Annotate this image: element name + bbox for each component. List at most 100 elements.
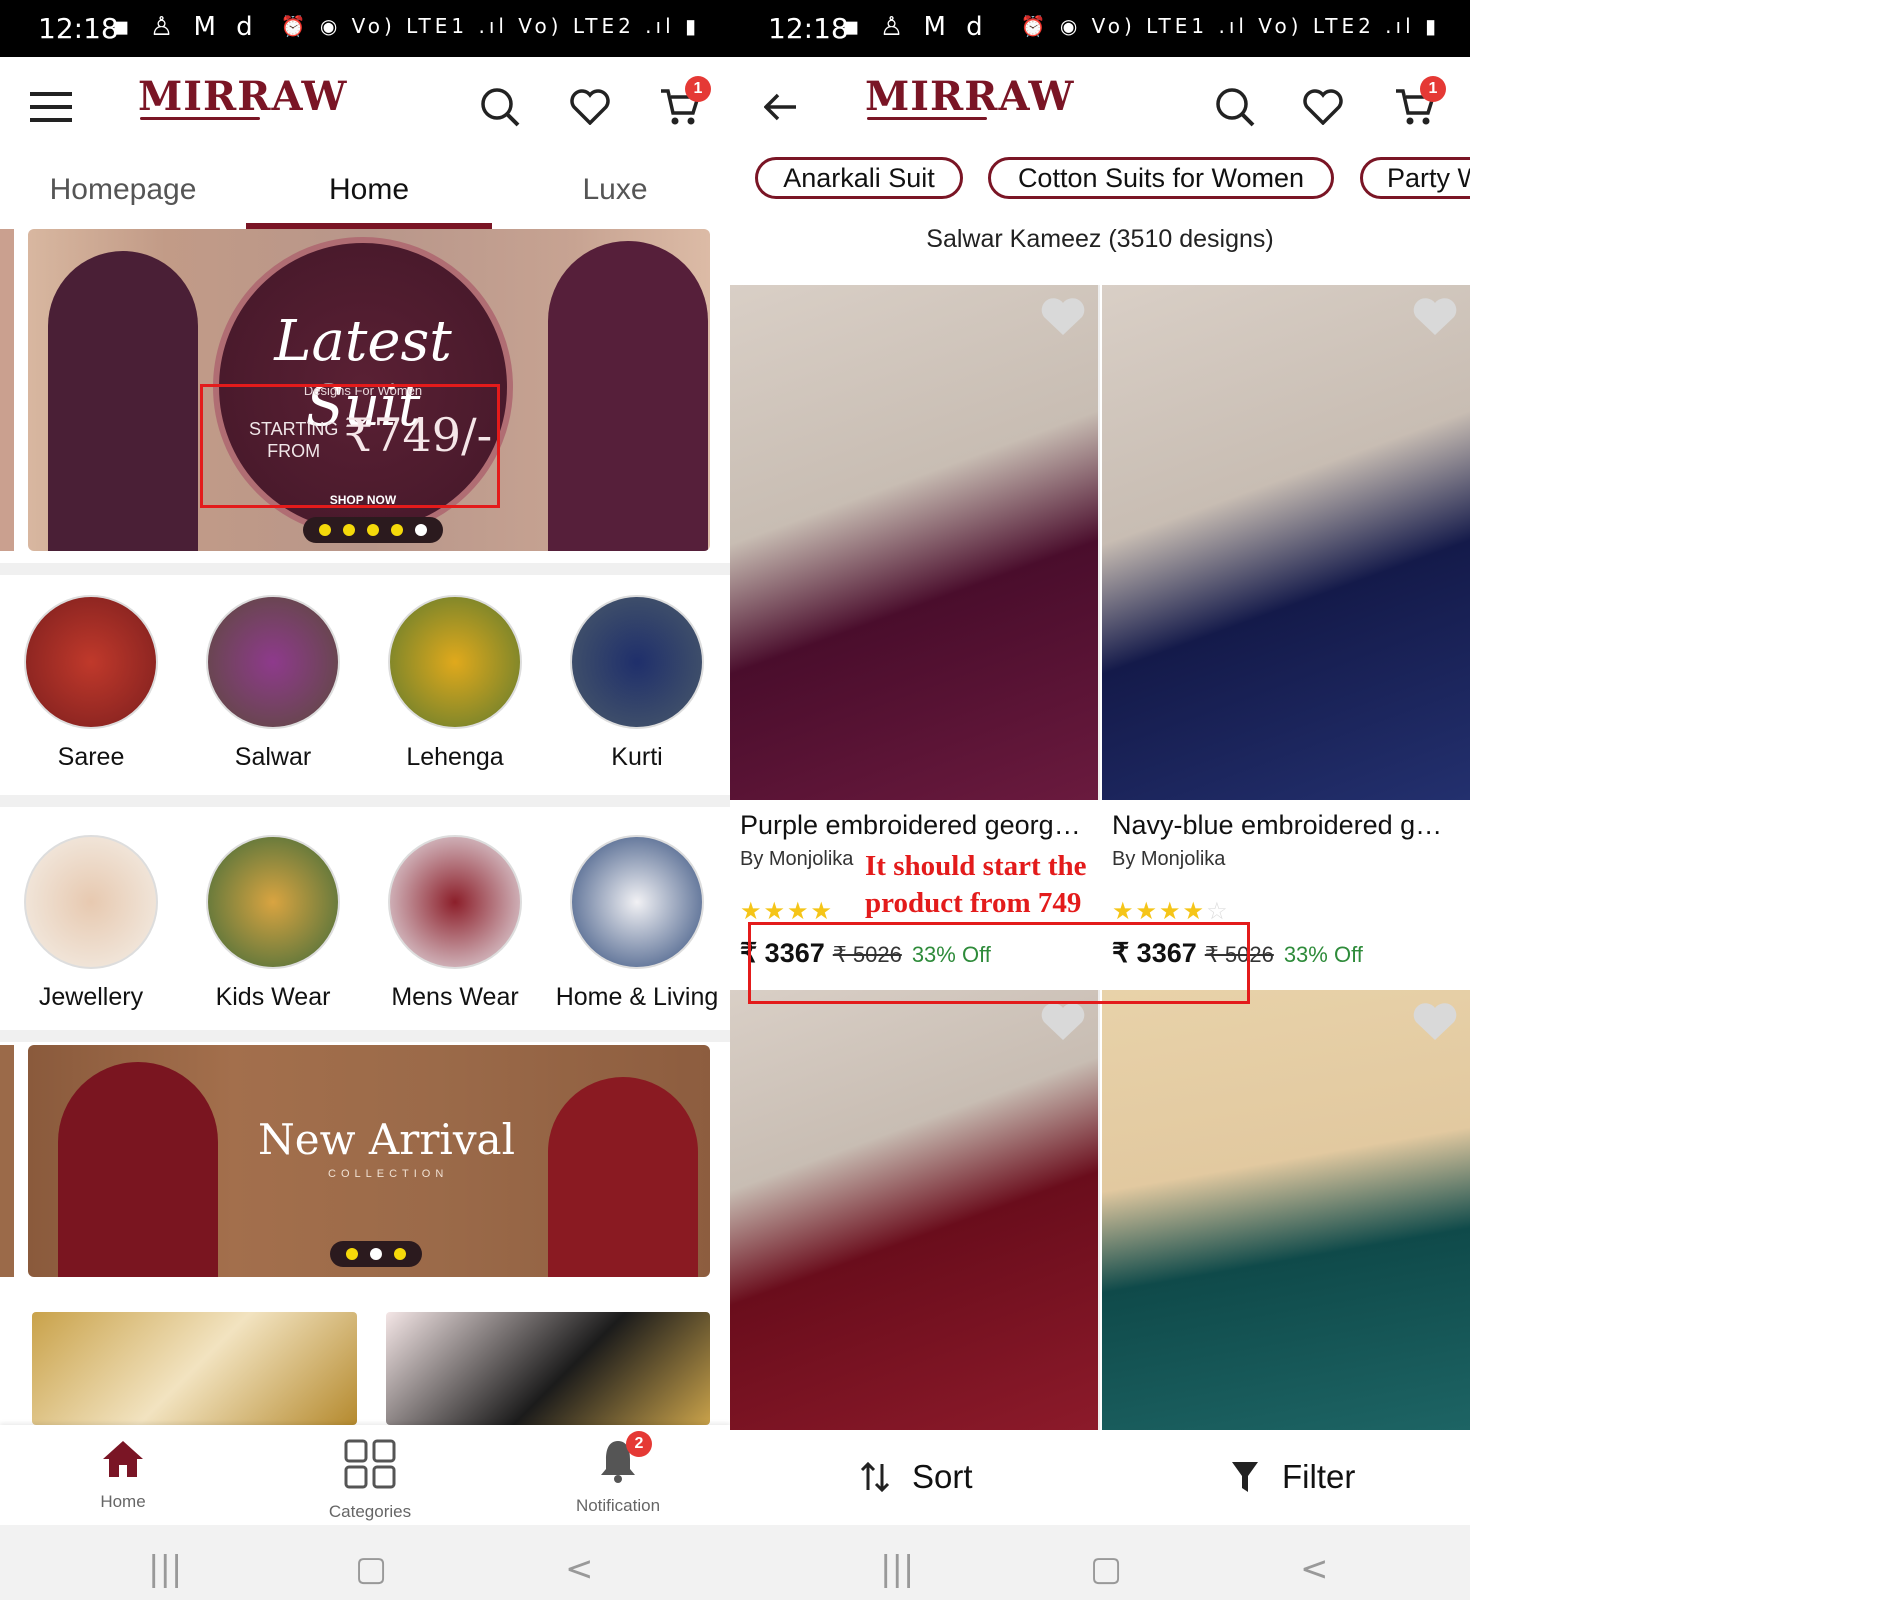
product-name: Navy-blue embroidered g… <box>1112 810 1443 840</box>
logo-underline <box>140 117 260 120</box>
wishlist-heart-icon[interactable] <box>1298 82 1348 132</box>
wishlist-heart-icon[interactable] <box>1040 1002 1086 1047</box>
grid-icon <box>344 1439 396 1489</box>
category-label: Kids Wear <box>215 983 331 1011</box>
category-lehenga[interactable]: Lehenga <box>364 595 546 772</box>
search-icon[interactable] <box>475 82 525 132</box>
system-home-icon[interactable]: ▢ <box>355 1549 387 1589</box>
kids-wear-image <box>206 835 340 969</box>
category-jewellery[interactable]: Jewellery <box>0 835 182 1012</box>
carousel-dot-active[interactable] <box>370 1248 382 1260</box>
category-kids-wear[interactable]: Kids Wear <box>182 835 364 1012</box>
sort-arrows-icon <box>860 1461 890 1493</box>
tab-homepage[interactable]: Homepage <box>0 173 246 207</box>
wishlist-heart-icon[interactable] <box>565 82 615 132</box>
back-arrow-icon[interactable] <box>756 82 806 132</box>
carousel-dot[interactable] <box>346 1248 358 1260</box>
recents-icon[interactable]: ||| <box>880 1549 914 1589</box>
product-brand: By Monjolika <box>1112 848 1226 870</box>
product-card[interactable] <box>1102 990 1470 1430</box>
nav-home[interactable]: Home <box>3 1439 243 1512</box>
rating-stars: ★★★★ <box>740 897 835 925</box>
wishlist-heart-icon[interactable] <box>1412 297 1458 342</box>
notification-count-badge: 2 <box>626 1431 652 1457</box>
system-home-icon[interactable]: ▢ <box>1090 1549 1122 1589</box>
chip-party-wear[interactable]: Party W <box>1360 157 1470 199</box>
product-name: Purple embroidered georg… <box>740 810 1081 840</box>
jewellery-image <box>24 835 158 969</box>
nav-label: Categories <box>328 1502 412 1521</box>
product-card[interactable]: Navy-blue embroidered g… By Monjolika ★★… <box>1102 285 1470 985</box>
sort-label: Sort <box>912 1458 973 1495</box>
category-label: Mens Wear <box>391 983 519 1011</box>
category-label: Kurti <box>611 743 663 771</box>
cart-icon[interactable]: 1 <box>655 76 711 132</box>
prev-banner-peek <box>0 229 14 551</box>
prev-banner-peek <box>0 1045 14 1277</box>
nav-notification[interactable]: 2 Notification <box>498 1431 730 1516</box>
tab-luxe[interactable]: Luxe <box>492 173 730 207</box>
product-image <box>730 285 1100 800</box>
chip-anarkali-suit[interactable]: Anarkali Suit <box>755 157 963 199</box>
logo-underline <box>867 117 987 120</box>
carousel-dot[interactable] <box>367 524 379 536</box>
annotation-line-1: It should start the <box>865 850 1087 882</box>
new-arrival-banner[interactable]: New Arrival COLLECTION <box>28 1045 710 1277</box>
app-bar: MIRRAW 1 <box>730 57 1470 157</box>
discount-label: 33% Off <box>1283 942 1363 967</box>
jewellery-tile[interactable] <box>32 1312 357 1425</box>
hamburger-menu-icon[interactable] <box>26 82 76 132</box>
results-heading: Salwar Kameez (3510 designs) <box>926 225 1274 253</box>
notification-icons: ▪ ♙ M d <box>842 12 989 42</box>
annotation-note: It should start the product from 749 <box>865 848 1087 922</box>
category-mens-wear[interactable]: Mens Wear <box>364 835 546 1012</box>
category-salwar[interactable]: Salwar <box>182 595 364 772</box>
product-image <box>730 990 1100 1430</box>
top-tabs: Homepage Home Luxe <box>0 157 730 229</box>
recents-icon[interactable]: ||| <box>148 1549 182 1589</box>
wishlist-heart-icon[interactable] <box>1412 1002 1458 1047</box>
carousel-dot[interactable] <box>343 524 355 536</box>
mirraw-logo[interactable]: MIRRAW <box>138 73 347 120</box>
home-screen: 12:18 ▪ ♙ M d ⏰ ◉ Vo) LTE1 .ıl Vo) LTE2 … <box>0 0 730 1600</box>
product-card[interactable] <box>730 990 1100 1430</box>
bottom-navigation: Home Categories 2 Notification <box>0 1425 730 1525</box>
category-saree[interactable]: Saree <box>0 595 182 772</box>
category-kurti[interactable]: Kurti <box>546 595 728 772</box>
wishlist-heart-icon[interactable] <box>1040 297 1086 342</box>
product-listing-screen: 12:18 ▪ ♙ M d ⏰ ◉ Vo) LTE1 .ıl Vo) LTE2 … <box>730 0 1470 1600</box>
new-arrival-subtitle: COLLECTION <box>328 1168 449 1180</box>
model-right-image <box>548 241 708 551</box>
search-icon[interactable] <box>1210 82 1260 132</box>
price-highlight-box <box>748 922 1250 1004</box>
filter-label: Filter <box>1282 1458 1356 1495</box>
category-home-living[interactable]: Home & Living <box>546 835 728 1012</box>
carousel-dot-active[interactable] <box>415 524 427 536</box>
carousel-dot[interactable] <box>394 1248 406 1260</box>
sort-button[interactable]: Sort <box>860 1458 973 1496</box>
section-divider <box>0 1030 730 1042</box>
nav-categories[interactable]: Categories <box>250 1439 490 1522</box>
bangles-tile[interactable] <box>386 1312 710 1425</box>
status-bar: 12:18 ▪ ♙ M d ⏰ ◉ Vo) LTE1 .ıl Vo) LTE2 … <box>730 0 1470 57</box>
category-label: Home & Living <box>555 983 719 1011</box>
app-bar: MIRRAW 1 <box>0 57 730 157</box>
filter-button[interactable]: Filter <box>1230 1458 1355 1496</box>
home-icon <box>103 1441 143 1477</box>
system-back-icon[interactable]: < <box>565 1549 594 1589</box>
system-back-icon[interactable]: < <box>1300 1549 1329 1589</box>
kurti-image <box>570 595 704 729</box>
carousel-dot[interactable] <box>319 524 331 536</box>
new-arrival-title: New Arrival <box>258 1115 516 1164</box>
cart-icon[interactable]: 1 <box>1390 76 1446 132</box>
nav-label: Notification <box>575 1496 661 1515</box>
notification-icons: ▪ ♙ M d <box>112 12 259 42</box>
nav-label: Home <box>100 1492 146 1511</box>
home-living-image <box>570 835 704 969</box>
mirraw-logo[interactable]: MIRRAW <box>865 73 1074 120</box>
carousel-dot[interactable] <box>391 524 403 536</box>
price-highlight-box <box>200 384 500 508</box>
annotation-line-2: product from 749 <box>865 887 1082 919</box>
chip-cotton-suits[interactable]: Cotton Suits for Women <box>988 157 1334 199</box>
tab-home[interactable]: Home <box>246 173 492 207</box>
